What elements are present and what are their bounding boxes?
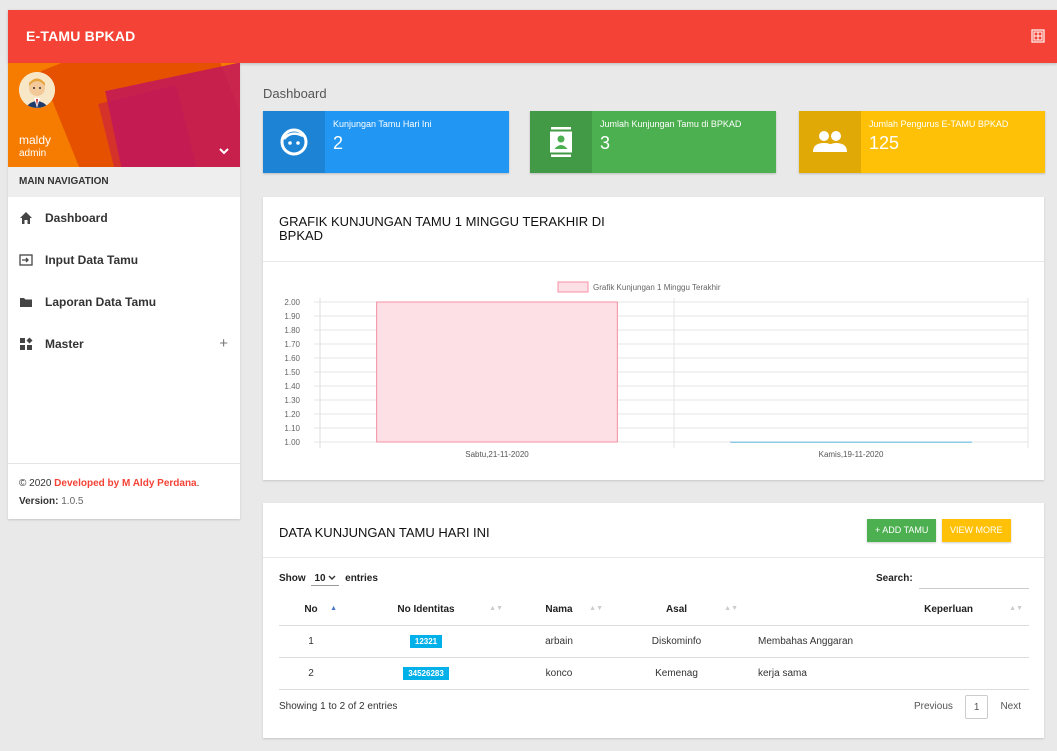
table-row[interactable]: 1 12321 arbain Diskominfo Membahas Angga… [279, 625, 1029, 658]
x-tick-label: Sabtu,21-11-2020 [465, 450, 529, 459]
sidebar-item-input-data-tamu[interactable]: Input Data Tamu [8, 239, 240, 281]
y-tick-label: 1.90 [284, 312, 300, 321]
people-icon [813, 131, 847, 152]
table-row[interactable]: 2 34526283 konco Kemenag kerja sama [279, 657, 1029, 690]
pagination: Previous 1 Next [906, 695, 1029, 719]
y-tick-label: 2.00 [284, 298, 300, 307]
sort-icon: ▲▼ [589, 605, 603, 612]
y-tick-label: 1.10 [284, 424, 300, 433]
chart-card: GRAFIK KUNJUNGAN TAMU 1 MINGGU TERAKHIR … [263, 197, 1044, 480]
y-tick-label: 1.40 [284, 382, 300, 391]
widgets-icon [20, 337, 33, 350]
version-value: 1.0.5 [58, 496, 84, 507]
show-label: Show [279, 573, 306, 584]
legend-label: Grafik Kunjungan 1 Minggu Terakhir [593, 283, 721, 292]
next-button[interactable]: Next [992, 695, 1029, 719]
identity-badge: 34526283 [403, 666, 449, 680]
sidebar-item-label: Input Data Tamu [45, 253, 139, 267]
search-input[interactable] [919, 585, 1029, 589]
column-header-no-identitas[interactable]: No Identitas ▲▼ [343, 594, 509, 626]
previous-button[interactable]: Previous [906, 695, 961, 719]
x-tick-label: Kamis,19-11-2020 [819, 450, 884, 459]
y-tick-label: 1.30 [284, 396, 300, 405]
home-icon [20, 212, 32, 224]
bar [376, 301, 618, 443]
copyright-text: © 2020 [19, 478, 55, 489]
info-box-value: 125 [869, 133, 900, 153]
column-header-nama[interactable]: Nama ▲▼ [509, 594, 609, 626]
add-tamu-button[interactable]: + ADD TAMU [867, 519, 937, 542]
visits-table: No ▲ No Identitas ▲▼ Nama ▲▼ Asal ▲▼ Keperlu… [279, 594, 1029, 690]
y-tick-label: 1.50 [284, 368, 300, 377]
bar [730, 441, 972, 443]
entries-select[interactable]: 10 [311, 573, 340, 586]
info-box-value: 2 [333, 133, 344, 153]
top-navbar: E-TAMU BPKAD [8, 10, 1057, 63]
column-header-no[interactable]: No ▲ [279, 594, 343, 626]
y-tick-label: 1.20 [284, 410, 300, 419]
sidebar-footer: © 2020 Developed by M Aldy Perdana. Vers… [8, 463, 240, 522]
view-more-button[interactable]: VIEW MORE [942, 519, 1011, 542]
table-controls: Show 10 entries Search: [279, 573, 1029, 593]
version-label: Version: [19, 496, 59, 507]
chevron-down-icon [328, 575, 336, 580]
contact-icon [550, 127, 572, 157]
info-box-label: Kunjungan Tamu Hari Ini [333, 119, 432, 129]
page-1-button[interactable]: 1 [964, 695, 989, 719]
sort-icon: ▲▼ [724, 605, 738, 612]
chevron-down-icon[interactable] [218, 146, 230, 156]
user-role: admin [19, 148, 47, 159]
y-tick-label: 1.70 [284, 340, 300, 349]
folder-icon [20, 298, 32, 307]
search-label: Search: [876, 573, 913, 584]
entries-label: entries [345, 573, 378, 584]
sidebar-item-label: Master [45, 337, 84, 351]
info-box-label: Jumlah Pengurus E-TAMU BPKAD [869, 119, 1009, 129]
table-card: DATA KUNJUNGAN TAMU HARI INI + ADD TAMU … [263, 503, 1044, 738]
chart-card-title: GRAFIK KUNJUNGAN TAMU 1 MINGGU TERAKHIR … [279, 214, 605, 243]
expand-plus-icon[interactable]: + [219, 323, 228, 365]
fullscreen-icon[interactable] [1031, 29, 1045, 43]
bar-chart: 2.00 1.90 1.80 1.70 1.60 1.50 1.40 1.30 1.20 1.10… [284, 281, 1029, 459]
developer-link[interactable]: Developed by M Aldy Perdana [54, 478, 196, 489]
face-icon [280, 128, 308, 156]
sort-asc-icon: ▲ [330, 605, 337, 612]
y-tick-label: 1.00 [284, 438, 300, 447]
sidebar-item-label: Dashboard [45, 211, 108, 225]
sidebar: maldy admin MAIN NAVIGATION Dashboard In… [8, 63, 240, 519]
app-brand[interactable]: E-TAMU BPKAD [26, 28, 135, 44]
sidebar-item-laporan-data-tamu[interactable]: Laporan Data Tamu [8, 281, 240, 323]
info-box-kunjungan-hari-ini[interactable]: Kunjungan Tamu Hari Ini 2 [263, 111, 509, 173]
info-box-value: 3 [600, 133, 611, 153]
page-title: Dashboard [263, 86, 327, 101]
user-name: maldy [19, 133, 52, 147]
y-tick-label: 1.80 [284, 326, 300, 335]
sidebar-item-label: Laporan Data Tamu [45, 295, 157, 309]
user-info-panel: maldy admin [8, 63, 240, 167]
user-avatar [19, 72, 55, 108]
nav-header: MAIN NAVIGATION [8, 167, 240, 197]
chart-area: 2.00 1.90 1.80 1.70 1.60 1.50 1.40 1.30 1.20 1.10… [263, 262, 1044, 480]
info-box-jumlah-pengurus[interactable]: Jumlah Pengurus E-TAMU BPKAD 125 [799, 111, 1045, 173]
table-info: Showing 1 to 2 of 2 entries [279, 701, 398, 712]
column-header-asal[interactable]: Asal ▲▼ [609, 594, 744, 626]
table-card-title: DATA KUNJUNGAN TAMU HARI INI [279, 525, 490, 540]
table-footer: Showing 1 to 2 of 2 entries Previous 1 N… [279, 695, 1029, 723]
info-box-jumlah-kunjungan[interactable]: Jumlah Kunjungan Tamu di BPKAD 3 [530, 111, 776, 173]
legend-swatch [557, 281, 589, 293]
sidebar-item-master[interactable]: Master + [8, 323, 240, 365]
info-box-label: Jumlah Kunjungan Tamu di BPKAD [600, 119, 742, 129]
sort-icon: ▲▼ [489, 605, 503, 612]
sidebar-item-dashboard[interactable]: Dashboard [8, 197, 240, 239]
y-tick-label: 1.60 [284, 354, 300, 363]
sort-icon: ▲▼ [1009, 605, 1023, 612]
input-icon [19, 254, 33, 266]
column-header-keperluan[interactable]: Keperluan ▲▼ [744, 594, 1029, 626]
identity-badge: 12321 [409, 634, 443, 648]
